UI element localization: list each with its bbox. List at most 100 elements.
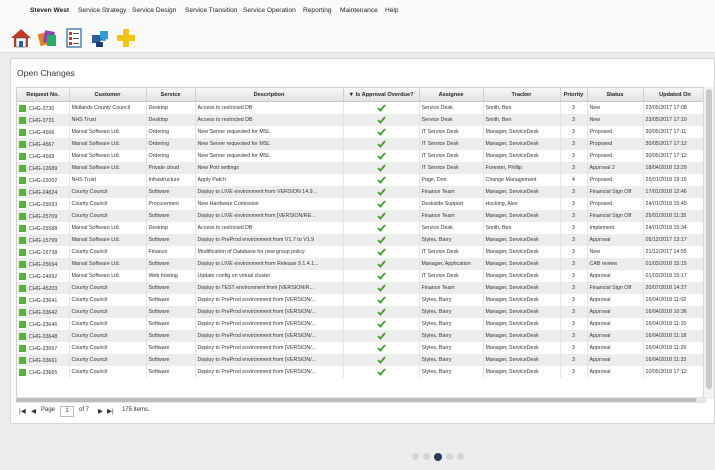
col-status[interactable]: Status [587, 88, 644, 102]
cell-request-no-text: CHG-15799 [29, 237, 58, 244]
table-row[interactable]: CHG-45203 County Council Software Deploy to… [17, 282, 707, 294]
cell-assignee-text: Finance Team [421, 285, 455, 291]
cell-service-text: Ordering [148, 153, 170, 159]
table-row[interactable]: CHG-33657 County Council Software Deploy to… [17, 342, 707, 354]
cell-tracker: Manager, ServiceDesk [483, 318, 561, 330]
table-row[interactable]: CHG-33648 County Council Software Deploy to… [17, 330, 707, 342]
menu-service-strategy[interactable]: Service Strategy [78, 7, 126, 14]
table-row[interactable]: CHG-33646 County Council Software Deploy to… [17, 318, 707, 330]
cell-approval-overdue [343, 138, 420, 150]
table-row[interactable]: CHG-24824 County Council Software Deploy to… [17, 186, 707, 198]
col-assignee[interactable]: Assignee [419, 88, 484, 102]
col-priority[interactable]: Priority [560, 88, 588, 102]
table-row[interactable]: CHG-24992 Marval Software Ltd. Web hosting… [17, 270, 707, 282]
cell-request-no: CHG-25593 [17, 198, 70, 210]
cell-description: Deploy to PreProd environment from [VERS… [195, 306, 344, 318]
col-customer[interactable]: Customer [69, 88, 147, 102]
table-row[interactable]: CHG-33661 County Council Software Deploy to… [17, 354, 707, 366]
first-page-icon[interactable]: |◀ [19, 407, 26, 415]
cell-request-no-text: CHG-45203 [29, 285, 58, 292]
menu-reporting[interactable]: Reporting [303, 7, 332, 14]
cell-description: Deploy to PreProd environment from [VERS… [195, 366, 344, 378]
cell-updated-on: 21/12/2017 14:55 [643, 246, 707, 258]
cell-status: Approval [587, 354, 644, 366]
table-row[interactable]: CHG-25694 Marval Software Ltd. Software Dep… [17, 258, 707, 270]
carousel-dot-4[interactable] [446, 453, 453, 460]
menu-service-transition[interactable]: Service Transition [185, 7, 237, 14]
carousel-dot-3-active[interactable] [434, 452, 442, 461]
cell-assignee: IT Service Desk [419, 150, 484, 162]
table-row[interactable]: CHG-33641 County Council Software Deploy to… [17, 294, 707, 306]
puzzle-icon[interactable] [89, 27, 111, 49]
cell-status-text: Approval [589, 273, 611, 279]
home-icon[interactable] [10, 27, 32, 49]
carousel-dot-5[interactable] [457, 453, 464, 460]
prev-page-icon[interactable]: ◀ [31, 407, 36, 415]
cell-customer-text: County Council [71, 189, 108, 195]
page-number-input[interactable]: 1 [60, 406, 74, 417]
table-row[interactable]: CHG-25593 County Council Procurement New Ha… [17, 198, 707, 210]
cell-service: Software [146, 210, 196, 222]
menu-service-operation[interactable]: Service Operation [243, 7, 296, 14]
check-icon [376, 296, 386, 304]
cell-description: New Port settings [195, 162, 344, 174]
cell-description: Deploy to LIVE environment from VERSION … [195, 186, 344, 198]
checklist-icon[interactable] [63, 27, 85, 49]
table-row[interactable]: CHG-25709 County Council Software Deploy to… [17, 210, 707, 222]
add-icon[interactable] [115, 27, 137, 49]
cell-service-text: Software [148, 297, 170, 303]
cell-customer: Marval Software Ltd. [69, 234, 147, 246]
table-row[interactable]: CHG-4567 Marval Software Ltd. Ordering New … [17, 138, 707, 150]
user-name[interactable]: Steven West [30, 7, 69, 14]
check-icon [376, 200, 386, 208]
catalog-icon[interactable] [37, 27, 59, 49]
col-tracker[interactable]: Tracker [483, 88, 561, 102]
cell-request-no: CHG-45203 [17, 282, 70, 294]
cell-updated-on-text: 30/05/2017 17:12 [645, 153, 687, 159]
next-page-icon[interactable]: ▶ [98, 407, 103, 415]
table-row[interactable]: CHG-15799 Marval Software Ltd. Software Dep… [17, 234, 707, 246]
col-updated-on[interactable]: Updated On [643, 88, 707, 102]
cell-status: Proposed [587, 198, 644, 210]
menu-maintenance[interactable]: Maintenance [340, 7, 378, 14]
cell-customer-text: County Council [71, 369, 108, 375]
cell-priority: 3 [560, 186, 588, 198]
col-request-no[interactable]: Request No. [17, 88, 70, 102]
table-row[interactable]: CHG-33642 County Council Software Deploy to… [17, 306, 707, 318]
cell-customer: County Council [69, 246, 147, 258]
col-description[interactable]: Description [195, 88, 344, 102]
cell-approval-overdue [343, 306, 420, 318]
vertical-scrollbar[interactable] [703, 87, 714, 399]
cell-customer-text: County Council [71, 297, 108, 303]
cell-updated-on: 05/12/2017 13:17 [643, 234, 707, 246]
table-row[interactable]: CHG-16738 County Council Finance Modificati… [17, 246, 707, 258]
horizontal-scroll-thumb[interactable] [16, 398, 696, 402]
table-row[interactable]: CHG-4568 Marval Software Ltd. Ordering New … [17, 150, 707, 162]
carousel-dot-1[interactable] [412, 453, 419, 460]
check-icon [376, 320, 386, 328]
table-row[interactable]: CHG-12689 Marval Software Ltd. Private clo… [17, 162, 707, 174]
table-row[interactable]: CHG-33665 County Council Software Deploy to… [17, 366, 707, 378]
col-approval-overdue[interactable]: ▼ Is Approval Overdue? [343, 88, 420, 102]
vertical-scroll-thumb[interactable] [706, 89, 712, 389]
cell-request-no-text: CHG-16738 [29, 249, 58, 256]
cell-status: Approval [587, 366, 644, 378]
cell-customer: Marval Software Ltd. [69, 126, 147, 138]
cell-priority: 3 [560, 114, 588, 126]
menu-service-design[interactable]: Service Design [132, 7, 176, 14]
col-service[interactable]: Service [146, 88, 196, 102]
carousel-dot-2[interactable] [423, 453, 430, 460]
cell-tracker: Manager, ServiceDesk [483, 138, 561, 150]
menu-help[interactable]: Help [385, 7, 399, 14]
table-row[interactable]: CHG-25588 Marval Software Ltd. Desktop Acce… [17, 222, 707, 234]
table-row[interactable]: CHG-3730 Midlands County Council Desktop Ac… [17, 101, 707, 114]
cell-tracker: Manager, ServiceDesk [483, 366, 561, 378]
table-row[interactable]: CHG-4566 Marval Software Ltd. Ordering New … [17, 126, 707, 138]
cell-request-no: CHG-25588 [17, 222, 70, 234]
last-page-icon[interactable]: ▶| [107, 407, 114, 415]
cell-description-text: Deploy to TEST environment from [VERSION… [197, 285, 314, 291]
horizontal-scrollbar[interactable] [16, 397, 706, 403]
table-row[interactable]: CHG-3731 NHS Trust Desktop Access to restri… [17, 114, 707, 126]
table-row[interactable]: CHG-22002 NHS Trust Infrastructure Apply Pa… [17, 174, 707, 186]
cell-priority: 3 [560, 126, 588, 138]
